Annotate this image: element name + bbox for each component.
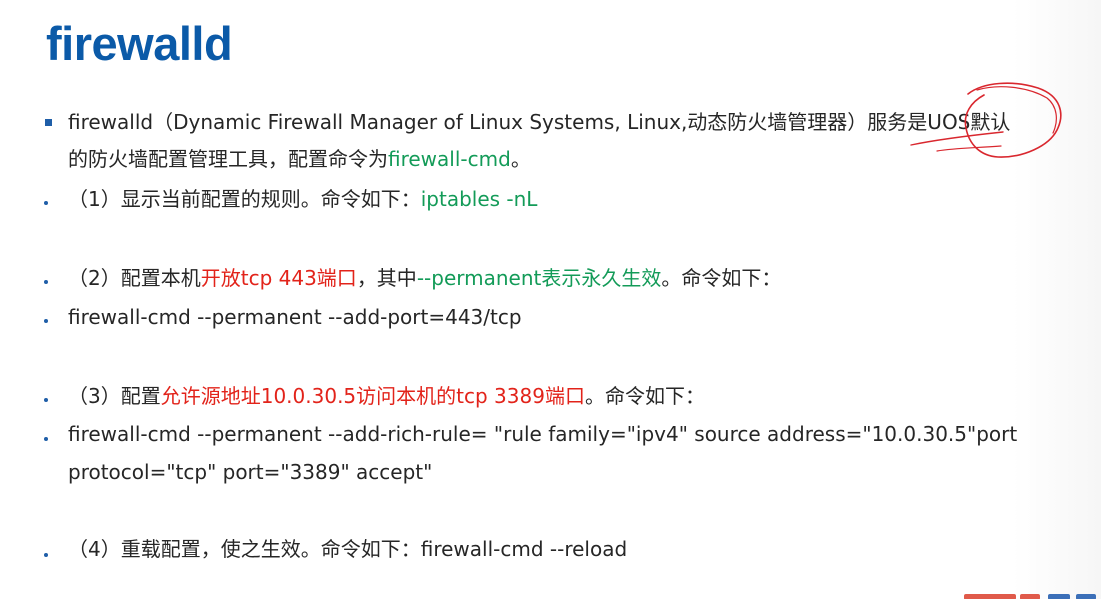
slide: firewalld firewalld（Dynamic Firewall Man…: [0, 0, 1101, 599]
intro-period: 。: [510, 147, 531, 171]
item-3-text-a: （3）配置: [68, 384, 161, 408]
intro-text-1: firewalld（Dynamic Firewall Manager of Li…: [68, 110, 1011, 134]
item-3-highlight-red: 允许源地址10.0.30.5访问本机的tcp 3389端口: [160, 384, 585, 408]
item-2-highlight-green: --permanent表示永久生效: [416, 266, 662, 290]
item-3-command-line-1: firewall-cmd --permanent --add-rich-rule…: [68, 422, 1018, 446]
bullet-dot-icon: [44, 201, 48, 205]
bullet-dot-icon: [44, 398, 48, 402]
bullet-square-icon: [45, 119, 52, 126]
intro-text-2: 的防火墙配置管理工具，配置命令为: [68, 147, 388, 171]
item-1-text: （1）显示当前配置的规则。命令如下：: [68, 187, 421, 211]
intro-line-1: firewalld（Dynamic Firewall Manager of Li…: [68, 104, 1010, 141]
intro-command: firewall-cmd: [388, 147, 511, 171]
item-2-text-b: ，其中: [356, 266, 417, 290]
item-3: （3）配置允许源地址10.0.30.5访问本机的tcp 3389端口。命令如下：: [68, 378, 705, 415]
watermark-logo: [960, 589, 1101, 599]
item-2: （2）配置本机开放tcp 443端口，其中--permanent表示永久生效。命…: [68, 260, 781, 297]
item-4: （4）重载配置，使之生效。命令如下：firewall-cmd --reload: [68, 537, 628, 561]
annotation-circle-icon: [910, 82, 1062, 158]
item-3-command-line-2: protocol="tcp" port="3389" accept": [68, 460, 433, 484]
bullet-dot-icon: [44, 553, 48, 557]
intro-line-2: 的防火墙配置管理工具，配置命令为firewall-cmd。: [68, 141, 531, 178]
item-2-highlight-red: 开放tcp 443端口: [200, 266, 357, 290]
bullet-dot-icon: [44, 319, 48, 323]
item-2-text-a: （2）配置本机: [68, 266, 201, 290]
item-2-text-c: 。命令如下：: [661, 266, 782, 290]
item-3-text-b: 。命令如下：: [584, 384, 705, 408]
item-1: （1）显示当前配置的规则。命令如下：iptables -nL: [68, 181, 537, 218]
slide-title: firewalld: [46, 17, 233, 70]
item-1-command: iptables -nL: [420, 187, 538, 211]
item-2-command: firewall-cmd --permanent --add-port=443/…: [68, 305, 522, 329]
bullet-dot-icon: [44, 437, 48, 441]
bullet-dot-icon: [44, 280, 48, 284]
